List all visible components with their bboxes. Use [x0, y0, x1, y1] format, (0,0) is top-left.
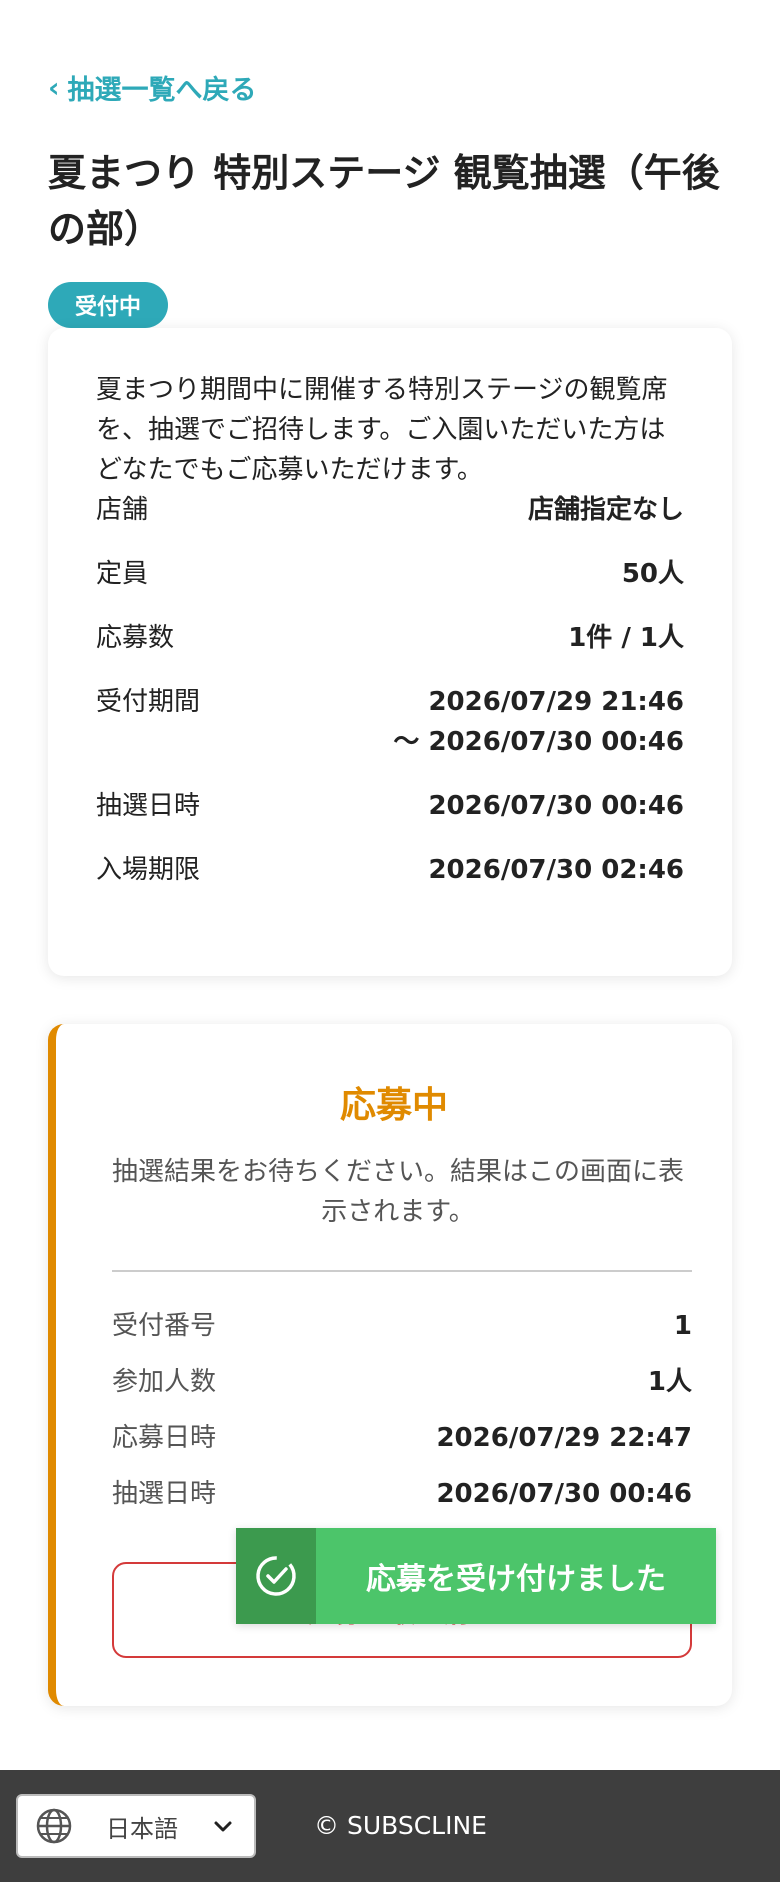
detail-value: 店舗指定なし — [527, 495, 684, 525]
entry-row-participants: 参加人数 1人 — [112, 1362, 692, 1402]
back-to-list-link[interactable]: ‹ 抽選一覧へ戻る — [48, 68, 257, 107]
detail-label: 定員 — [96, 559, 149, 589]
lottery-detail-page: ‹ 抽選一覧へ戻る 夏まつり 特別ステージ 観覧抽選（午後の部） 受付中 夏まつ… — [0, 0, 780, 1882]
success-toast[interactable]: 応募を受け付けました — [236, 1528, 716, 1624]
entry-value: 2026/07/29 22:47 — [436, 1423, 692, 1453]
reception-start: 2026/07/29 21:46 — [428, 687, 684, 717]
entry-value: 1人 — [647, 1367, 692, 1397]
detail-label: 抽選日時 — [96, 791, 201, 821]
entry-status-title: 応募中 — [339, 1085, 448, 1126]
page-title: 夏まつり 特別ステージ 観覧抽選（午後の部） — [48, 151, 720, 251]
detail-label: 入場期限 — [96, 855, 201, 885]
language-select-value: 日本語 — [106, 1814, 178, 1843]
detail-row-entry-deadline: 入場期限 2026/07/30 02:46 — [96, 850, 684, 890]
language-select[interactable]: 日本語 — [16, 1794, 256, 1858]
detail-label: 店舗 — [96, 495, 149, 525]
globe-icon — [36, 1808, 72, 1844]
detail-row-reception-period: 受付期間 2026/07/29 21:46 〜 2026/07/30 00:46 — [96, 682, 684, 762]
back-link-label: 抽選一覧へ戻る — [67, 75, 257, 106]
chevron-left-icon: ‹ — [48, 70, 60, 104]
entry-status-message: 抽選結果をお待ちください。結果はこの画面に表示されます。 — [111, 1157, 684, 1227]
detail-row-store: 店舗 店舗指定なし — [96, 490, 684, 530]
reception-end: 〜 2026/07/30 00:46 — [393, 727, 684, 757]
detail-value: 2026/07/30 02:46 — [428, 855, 684, 885]
toast-icon-container — [236, 1528, 316, 1624]
check-circle-icon — [256, 1556, 296, 1596]
footer: 日本語 © SUBSCLINE — [0, 1770, 780, 1882]
detail-value: 1件 / 1人 — [568, 623, 684, 653]
lottery-description: 夏まつり期間中に開催する特別ステージの観覧席を、抽選でご招待します。ご入園いただ… — [96, 375, 668, 485]
entry-value: 2026/07/30 00:46 — [436, 1479, 692, 1509]
entry-row-applied-at: 応募日時 2026/07/29 22:47 — [112, 1418, 692, 1458]
detail-label: 応募数 — [96, 623, 175, 653]
detail-row-applications: 応募数 1件 / 1人 — [96, 618, 684, 658]
entry-row-receipt-number: 受付番号 1 — [112, 1306, 692, 1346]
detail-value: 50人 — [621, 559, 684, 589]
entry-label: 参加人数 — [112, 1367, 217, 1397]
detail-row-draw-date: 抽選日時 2026/07/30 00:46 — [96, 786, 684, 826]
detail-row-capacity: 定員 50人 — [96, 554, 684, 594]
status-badge: 受付中 — [48, 282, 168, 328]
detail-label: 受付期間 — [96, 687, 201, 717]
chevron-down-icon — [214, 1821, 232, 1832]
toast-message: 応募を受け付けました — [316, 1528, 716, 1624]
lottery-info-card: 夏まつり期間中に開催する特別ステージの観覧席を、抽選でご招待します。ご入園いただ… — [48, 328, 732, 976]
entry-label: 受付番号 — [112, 1311, 217, 1341]
entry-label: 応募日時 — [112, 1423, 217, 1453]
detail-value: 2026/07/29 21:46 〜 2026/07/30 00:46 — [393, 682, 684, 762]
entry-row-draw-date: 抽選日時 2026/07/30 00:46 — [112, 1474, 692, 1514]
entry-value: 1 — [673, 1311, 692, 1341]
divider — [112, 1270, 692, 1272]
copyright-text: © SUBSCLINE — [314, 1811, 487, 1840]
entry-label: 抽選日時 — [112, 1479, 217, 1509]
detail-value: 2026/07/30 00:46 — [428, 791, 684, 821]
